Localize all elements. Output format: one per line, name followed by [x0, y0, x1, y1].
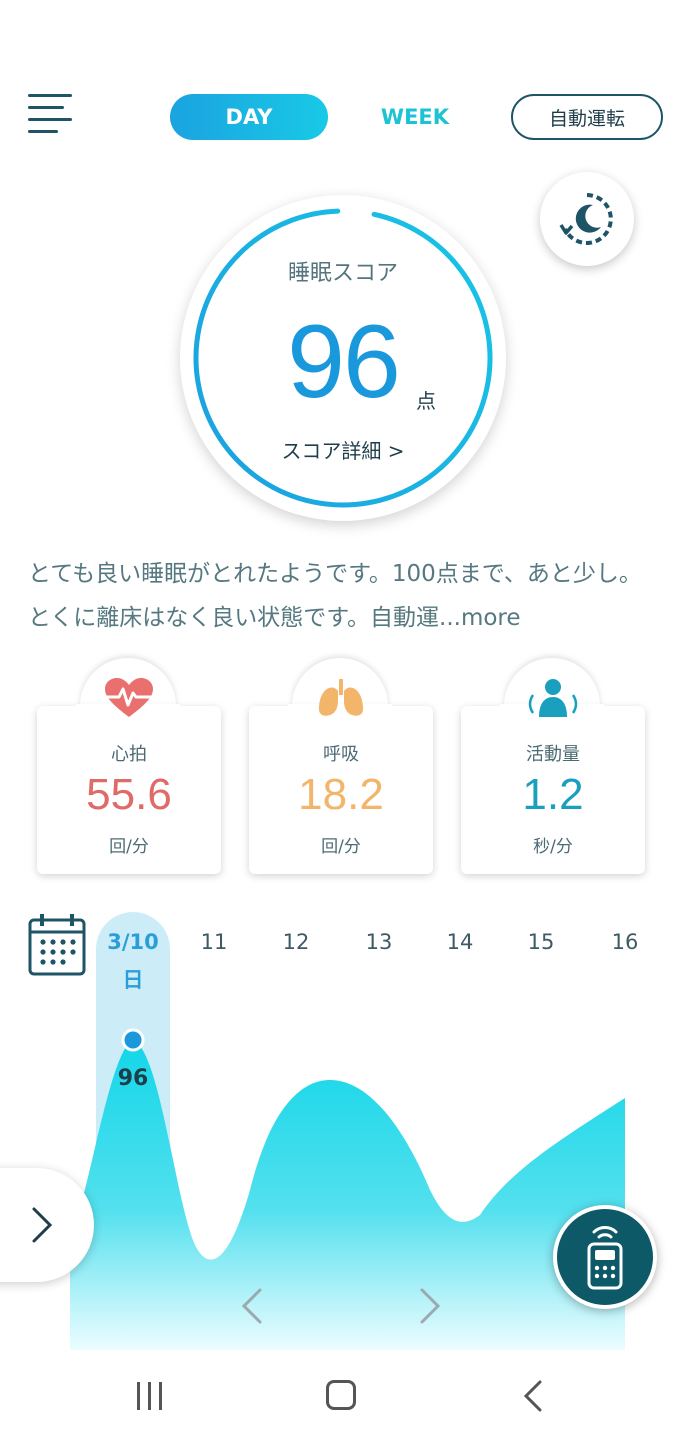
- lungs-icon: [313, 676, 369, 720]
- remote-control-icon: [587, 1226, 623, 1290]
- respiration-label: 呼吸: [323, 744, 359, 765]
- chevron-left-icon: [241, 1288, 262, 1324]
- person-movement-icon: [525, 676, 581, 720]
- day-12[interactable]: 12: [266, 930, 326, 954]
- recent-apps-icon[interactable]: [132, 1382, 168, 1410]
- tab-week[interactable]: WEEK: [360, 94, 470, 140]
- day-15[interactable]: 15: [511, 930, 571, 954]
- score-detail-link[interactable]: スコア詳細 >: [180, 435, 506, 464]
- back-icon[interactable]: [520, 1380, 546, 1412]
- auto-operation-button[interactable]: 自動運転: [511, 94, 663, 140]
- heart-pulse-icon: [101, 676, 157, 720]
- sleep-mode-button[interactable]: [540, 172, 634, 266]
- home-icon[interactable]: [326, 1380, 356, 1410]
- day-11[interactable]: 11: [184, 930, 244, 954]
- calendar-icon[interactable]: [28, 912, 86, 978]
- summary-text: とても良い睡眠がとれたようです。100点まで、あと少し。とくに離床はなく良い状態…: [28, 561, 642, 631]
- day-3-10[interactable]: 3/10: [103, 930, 163, 954]
- day-14[interactable]: 14: [430, 930, 490, 954]
- activity-label: 活動量: [526, 744, 580, 765]
- activity-value: 1.2: [522, 770, 584, 819]
- chevron-right-icon: [32, 1207, 53, 1243]
- tab-day[interactable]: DAY: [170, 94, 328, 140]
- respiration-value: 18.2: [298, 770, 384, 819]
- day-13[interactable]: 13: [349, 930, 409, 954]
- score-label: 睡眠スコア: [287, 261, 398, 286]
- heart-rate-unit: 回/分: [109, 837, 149, 857]
- chevron-right-icon: [420, 1288, 441, 1324]
- more-link[interactable]: ...more: [439, 605, 521, 631]
- sleep-score-card[interactable]: 睡眠スコア 96 点 スコア詳細 >: [180, 195, 506, 521]
- next-page-button[interactable]: [410, 1284, 450, 1328]
- heart-rate-value: 55.6: [86, 770, 172, 819]
- heart-rate-label: 心拍: [111, 744, 147, 765]
- score-unit: 点: [416, 389, 436, 413]
- previous-page-button[interactable]: [232, 1284, 272, 1328]
- score-point-label: 96: [117, 1066, 149, 1091]
- sleep-summary: とても良い睡眠がとれたようです。100点まで、あと少し。とくに離床はなく良い状態…: [28, 552, 662, 640]
- menu-icon[interactable]: [28, 92, 76, 138]
- day-16[interactable]: 16: [595, 930, 655, 954]
- respiration-unit: 回/分: [321, 837, 361, 857]
- score-value: 96: [287, 304, 401, 420]
- score-point: [121, 1028, 145, 1052]
- moon-cycle-icon: [559, 193, 613, 245]
- remote-control-button[interactable]: [553, 1205, 657, 1309]
- system-navigation-bar: [0, 1350, 682, 1440]
- activity-unit: 秒/分: [533, 837, 573, 857]
